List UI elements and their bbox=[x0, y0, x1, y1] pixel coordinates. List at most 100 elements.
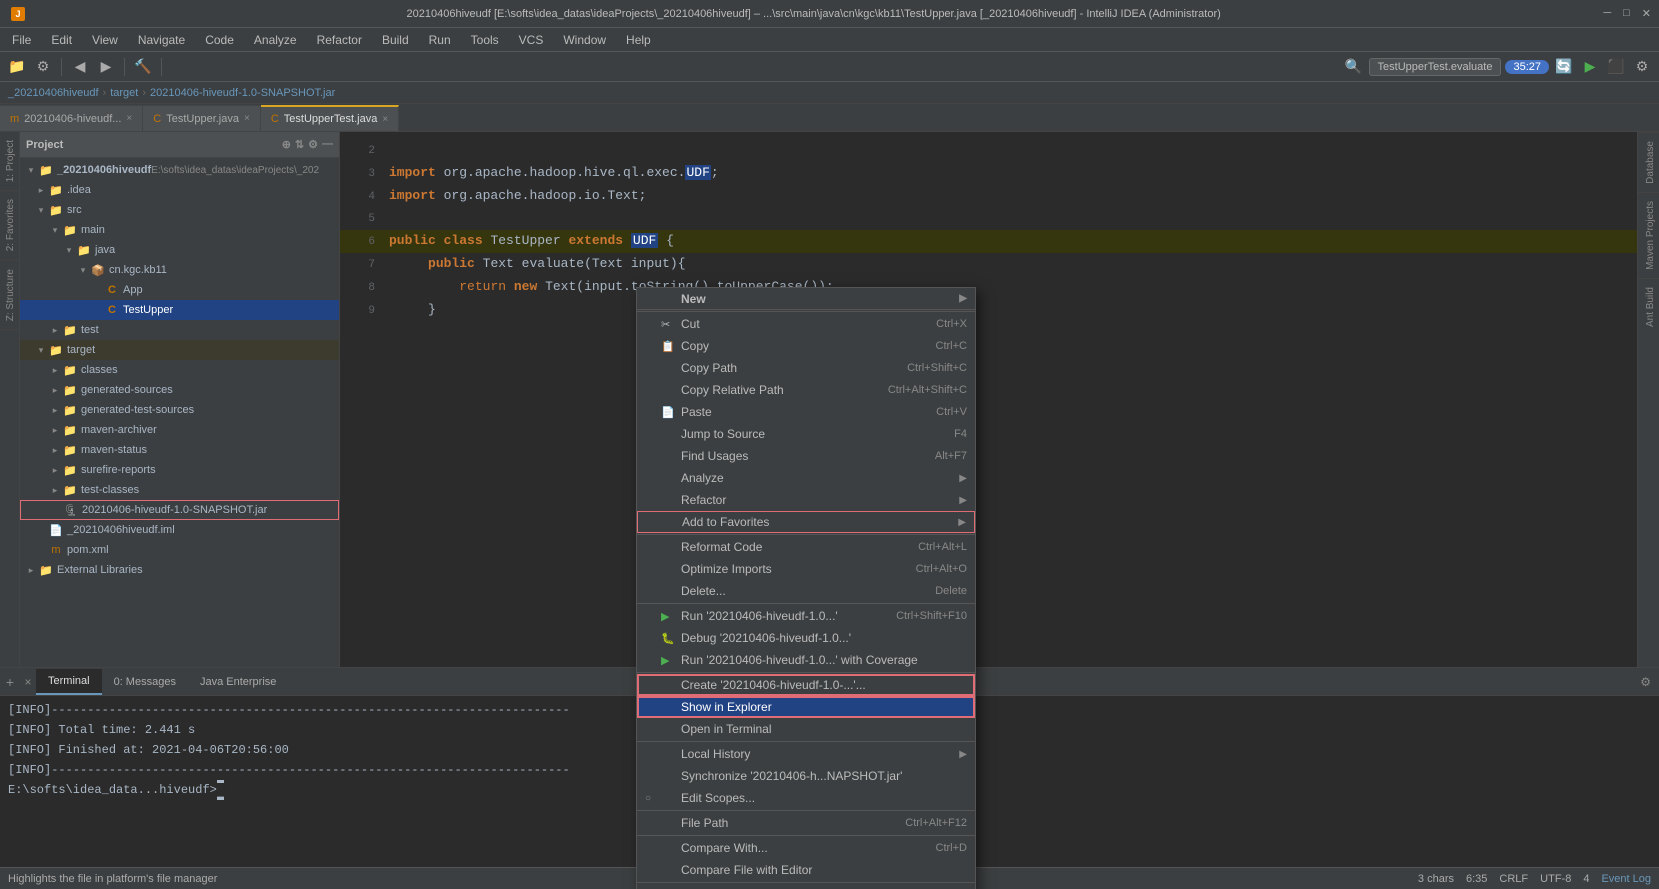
bottom-icon-gear[interactable]: ⚙ bbox=[1640, 675, 1651, 689]
menu-analyze[interactable]: Analyze bbox=[246, 31, 305, 49]
menu-run[interactable]: Run bbox=[421, 31, 459, 49]
add-icon[interactable]: + bbox=[6, 674, 14, 690]
project-icon-gear[interactable]: ⚙ bbox=[308, 138, 318, 151]
bottom-panel-add[interactable]: + bbox=[0, 674, 20, 690]
ctx-item-add-library[interactable]: Add as Library... bbox=[637, 884, 975, 889]
ctx-item-analyze[interactable]: Analyze ▶ bbox=[637, 467, 975, 489]
ctx-item-sync[interactable]: Synchronize '20210406-h...NAPSHOT.jar' bbox=[637, 765, 975, 787]
menu-refactor[interactable]: Refactor bbox=[309, 31, 370, 49]
tree-item-testUpper[interactable]: ▸ C TestUpper bbox=[20, 300, 339, 320]
menu-navigate[interactable]: Navigate bbox=[130, 31, 193, 49]
tab-maven-close[interactable]: × bbox=[126, 113, 132, 124]
panel-tab-project[interactable]: 1: Project bbox=[0, 132, 19, 191]
bottom-tab-messages[interactable]: 0: Messages bbox=[102, 669, 188, 695]
status-event-log[interactable]: Event Log bbox=[1601, 873, 1651, 885]
panel-tab-favorites[interactable]: 2: Favorites bbox=[0, 191, 19, 260]
ctx-item-local-history[interactable]: Local History ▶ bbox=[637, 743, 975, 765]
ctx-item-jump-source[interactable]: Jump to Source F4 bbox=[637, 423, 975, 445]
minimize-btn[interactable]: ─ bbox=[1603, 7, 1611, 20]
menu-code[interactable]: Code bbox=[197, 31, 242, 49]
bottom-tab-terminal[interactable]: Terminal bbox=[36, 669, 102, 695]
tree-item-iml[interactable]: ▸ 📄 _20210406hiveudf.iml bbox=[20, 520, 339, 540]
close-btn[interactable]: ✕ bbox=[1642, 7, 1651, 20]
toolbar-forward[interactable]: ▶ bbox=[95, 56, 117, 78]
ctx-item-reformat[interactable]: Reformat Code Ctrl+Alt+L bbox=[637, 536, 975, 558]
status-line-sep[interactable]: CRLF bbox=[1499, 873, 1528, 885]
project-icon-add[interactable]: ⊕ bbox=[282, 138, 291, 151]
ctx-item-file-path[interactable]: File Path Ctrl+Alt+F12 bbox=[637, 812, 975, 834]
tree-item-test[interactable]: ▸ 📁 test bbox=[20, 320, 339, 340]
tab-maven[interactable]: m 20210406-hiveudf... × bbox=[0, 105, 143, 131]
tab-testUpperTest[interactable]: C TestUpperTest.java × bbox=[261, 105, 399, 131]
close-icon[interactable]: × bbox=[24, 675, 31, 689]
breadcrumb-part-3[interactable]: 20210406-hiveudf-1.0-SNAPSHOT.jar bbox=[150, 87, 335, 99]
tree-item-classes[interactable]: ▸ 📁 classes bbox=[20, 360, 339, 380]
tree-item-test-classes[interactable]: ▸ 📁 test-classes bbox=[20, 480, 339, 500]
right-tab-maven[interactable]: Maven Projects bbox=[1638, 192, 1659, 278]
toolbar-sync[interactable]: 🔄 bbox=[1553, 56, 1575, 78]
project-icon-close[interactable]: — bbox=[322, 138, 333, 151]
menu-window[interactable]: Window bbox=[555, 31, 614, 49]
maximize-btn[interactable]: □ bbox=[1623, 7, 1630, 20]
toolbar-stop[interactable]: ⬛ bbox=[1605, 56, 1627, 78]
ctx-item-debug[interactable]: 🐛 Debug '20210406-hiveudf-1.0...' bbox=[637, 627, 975, 649]
tree-item-root[interactable]: ▾ 📁 _20210406hiveudf E:\softs\idea_datas… bbox=[20, 160, 339, 180]
tree-item-pom[interactable]: ▸ m pom.xml bbox=[20, 540, 339, 560]
tree-item-target[interactable]: ▾ 📁 target bbox=[20, 340, 339, 360]
tree-item-package[interactable]: ▾ 📦 cn.kgc.kb11 bbox=[20, 260, 339, 280]
ctx-item-find-usages[interactable]: Find Usages Alt+F7 bbox=[637, 445, 975, 467]
status-encoding[interactable]: UTF-8 bbox=[1540, 873, 1571, 885]
tab-testUpper[interactable]: C TestUpper.java × bbox=[143, 105, 261, 131]
menu-tools[interactable]: Tools bbox=[463, 31, 507, 49]
ctx-item-cut[interactable]: ✂ Cut Ctrl+X bbox=[637, 313, 975, 335]
ctx-item-copy[interactable]: 📋 Copy Ctrl+C bbox=[637, 335, 975, 357]
ctx-item-paste[interactable]: 📄 Paste Ctrl+V bbox=[637, 401, 975, 423]
menu-build[interactable]: Build bbox=[374, 31, 417, 49]
ctx-item-compare-editor[interactable]: Compare File with Editor bbox=[637, 859, 975, 881]
toolbar-search[interactable]: 🔍 bbox=[1343, 56, 1365, 78]
breadcrumb-part-1[interactable]: _20210406hiveudf bbox=[8, 87, 99, 99]
ctx-item-run-coverage[interactable]: ▶ Run '20210406-hiveudf-1.0...' with Cov… bbox=[637, 649, 975, 671]
ctx-item-edit-scopes[interactable]: ○ Edit Scopes... bbox=[637, 787, 975, 809]
project-icon-sync[interactable]: ⇅ bbox=[295, 138, 304, 151]
bottom-panel-close[interactable]: × bbox=[20, 675, 36, 689]
ctx-item-refactor[interactable]: Refactor ▶ bbox=[637, 489, 975, 511]
tree-item-idea[interactable]: ▸ 📁 .idea bbox=[20, 180, 339, 200]
menu-file[interactable]: File bbox=[4, 31, 39, 49]
ctx-item-run[interactable]: ▶ Run '20210406-hiveudf-1.0...' Ctrl+Shi… bbox=[637, 605, 975, 627]
panel-tab-structure[interactable]: Z: Structure bbox=[0, 261, 19, 330]
status-indent[interactable]: 4 bbox=[1583, 873, 1589, 885]
ctx-item-copy-rel-path[interactable]: Copy Relative Path Ctrl+Alt+Shift+C bbox=[637, 379, 975, 401]
tree-item-gen-test-src[interactable]: ▸ 📁 generated-test-sources bbox=[20, 400, 339, 420]
toolbar-icon-1[interactable]: ⚙ bbox=[32, 56, 54, 78]
tree-item-src[interactable]: ▾ 📁 src bbox=[20, 200, 339, 220]
ctx-item-delete[interactable]: Delete... Delete bbox=[637, 580, 975, 602]
ctx-item-add-favorites[interactable]: Add to Favorites ▶ bbox=[637, 511, 975, 533]
ctx-item-new[interactable]: New ▶ bbox=[637, 288, 975, 310]
tree-item-jar[interactable]: ▸ 🗜 20210406-hiveudf-1.0-SNAPSHOT.jar bbox=[20, 500, 339, 520]
toolbar-back[interactable]: ◀ bbox=[69, 56, 91, 78]
tree-item-app[interactable]: ▸ C App bbox=[20, 280, 339, 300]
menu-vcs[interactable]: VCS bbox=[511, 31, 552, 49]
menu-help[interactable]: Help bbox=[618, 31, 659, 49]
tree-item-ext-libs[interactable]: ▸ 📁 External Libraries bbox=[20, 560, 339, 580]
tree-item-maven-arch[interactable]: ▸ 📁 maven-archiver bbox=[20, 420, 339, 440]
tab-testUpperTest-close[interactable]: × bbox=[382, 114, 388, 125]
menu-edit[interactable]: Edit bbox=[43, 31, 80, 49]
tab-testUpper-close[interactable]: × bbox=[244, 113, 250, 124]
toolbar-run[interactable]: ▶ bbox=[1579, 56, 1601, 78]
bottom-tab-java-enterprise[interactable]: Java Enterprise bbox=[188, 669, 288, 695]
tree-item-gen-src[interactable]: ▸ 📁 generated-sources bbox=[20, 380, 339, 400]
ctx-item-open-terminal[interactable]: Open in Terminal bbox=[637, 718, 975, 740]
toolbar-project-icon[interactable]: 📁 bbox=[6, 56, 28, 78]
ctx-item-optimize[interactable]: Optimize Imports Ctrl+Alt+O bbox=[637, 558, 975, 580]
breadcrumb-part-2[interactable]: target bbox=[110, 87, 138, 99]
run-config[interactable]: TestUpperTest.evaluate bbox=[1369, 58, 1502, 76]
tree-item-main[interactable]: ▾ 📁 main bbox=[20, 220, 339, 240]
toolbar-settings[interactable]: ⚙ bbox=[1631, 56, 1653, 78]
ctx-item-compare[interactable]: Compare With... Ctrl+D bbox=[637, 837, 975, 859]
ctx-item-show-explorer[interactable]: Show in Explorer bbox=[637, 696, 975, 718]
ctx-item-create[interactable]: Create '20210406-hiveudf-1.0-...'... bbox=[637, 674, 975, 696]
right-tab-ant[interactable]: Ant Build bbox=[1638, 278, 1659, 335]
ctx-item-copy-path[interactable]: Copy Path Ctrl+Shift+C bbox=[637, 357, 975, 379]
